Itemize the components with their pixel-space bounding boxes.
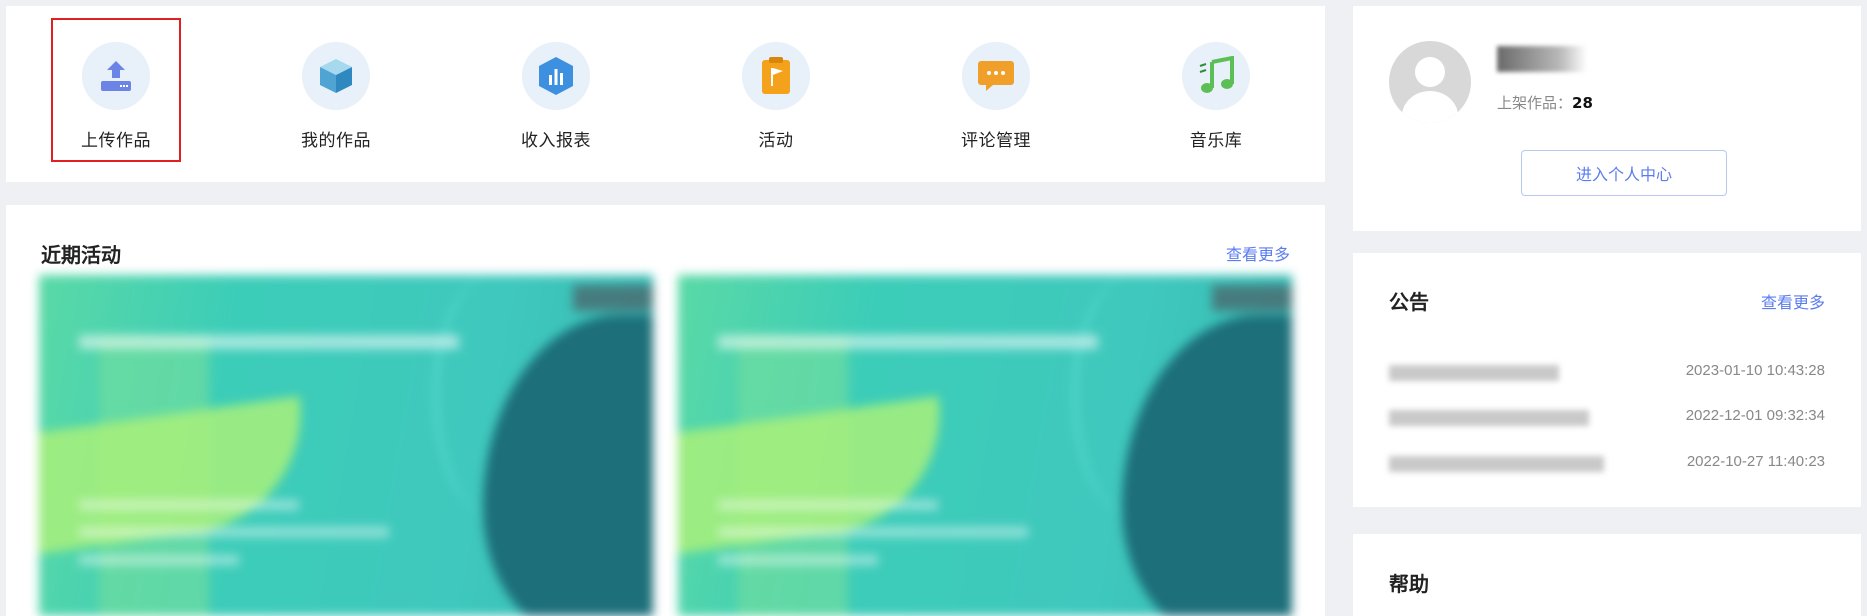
recent-activities-panel: 近期活动 查看更多 <box>6 205 1325 616</box>
announcement-title-redacted <box>1389 456 1604 472</box>
announcement-title-redacted <box>1389 365 1559 381</box>
published-works-count: 上架作品：28 <box>1497 92 1593 113</box>
avatar[interactable] <box>1389 41 1471 123</box>
activity-banner[interactable] <box>39 275 653 616</box>
help-title: 帮助 <box>1389 572 1429 596</box>
my-works-button[interactable]: 我的作品 <box>271 18 401 162</box>
music-library-label: 音乐库 <box>1189 131 1243 151</box>
announcements-panel: 公告 查看更多 2023-01-10 10:43:28 2022-12-01 0… <box>1353 253 1861 507</box>
upload-works-button[interactable]: 上传作品 <box>51 18 181 162</box>
announcement-time: 2022-10-27 11:40:23 <box>1686 453 1825 470</box>
music-note-icon <box>1182 42 1250 110</box>
cube-icon <box>302 42 370 110</box>
announcement-title-redacted <box>1389 410 1589 426</box>
personal-center-button[interactable]: 进入个人中心 <box>1521 150 1727 196</box>
announcement-item[interactable]: 2022-12-01 09:32:34 <box>1389 405 1825 429</box>
username-redacted <box>1497 46 1587 72</box>
chat-icon <box>962 42 1030 110</box>
announcement-time: 2022-12-01 09:32:34 <box>1685 407 1825 424</box>
my-works-label: 我的作品 <box>301 131 371 151</box>
announcement-item[interactable]: 2023-01-10 10:43:28 <box>1389 360 1825 384</box>
activity-banner[interactable] <box>678 275 1292 616</box>
flag-icon <box>742 42 810 110</box>
recent-activities-more-link[interactable]: 查看更多 <box>1226 241 1290 265</box>
income-report-button[interactable]: 收入报表 <box>491 18 621 162</box>
income-report-label: 收入报表 <box>521 131 591 151</box>
comment-management-label: 评论管理 <box>961 131 1031 151</box>
quick-actions-panel: 上传作品 我的作品 收入报表 活动 评论管理 音乐库 <box>6 6 1325 182</box>
published-works-value: 28 <box>1572 94 1593 112</box>
music-library-button[interactable]: 音乐库 <box>1151 18 1281 162</box>
comment-management-button[interactable]: 评论管理 <box>931 18 1061 162</box>
announcements-title: 公告 <box>1389 290 1429 314</box>
activity-button[interactable]: 活动 <box>711 18 841 162</box>
upload-works-label: 上传作品 <box>81 131 151 151</box>
announcements-more-link[interactable]: 查看更多 <box>1761 289 1825 313</box>
announcement-time: 2023-01-10 10:43:28 <box>1685 362 1825 379</box>
bar-chart-icon <box>522 42 590 110</box>
upload-icon <box>82 42 150 110</box>
help-panel: 帮助 <box>1353 534 1861 616</box>
profile-panel: 上架作品：28 进入个人中心 <box>1353 6 1861 231</box>
recent-activities-title: 近期活动 <box>41 243 121 267</box>
activity-label: 活动 <box>758 131 794 151</box>
published-works-label: 上架作品： <box>1497 94 1573 112</box>
announcement-item[interactable]: 2022-10-27 11:40:23 <box>1389 451 1825 475</box>
